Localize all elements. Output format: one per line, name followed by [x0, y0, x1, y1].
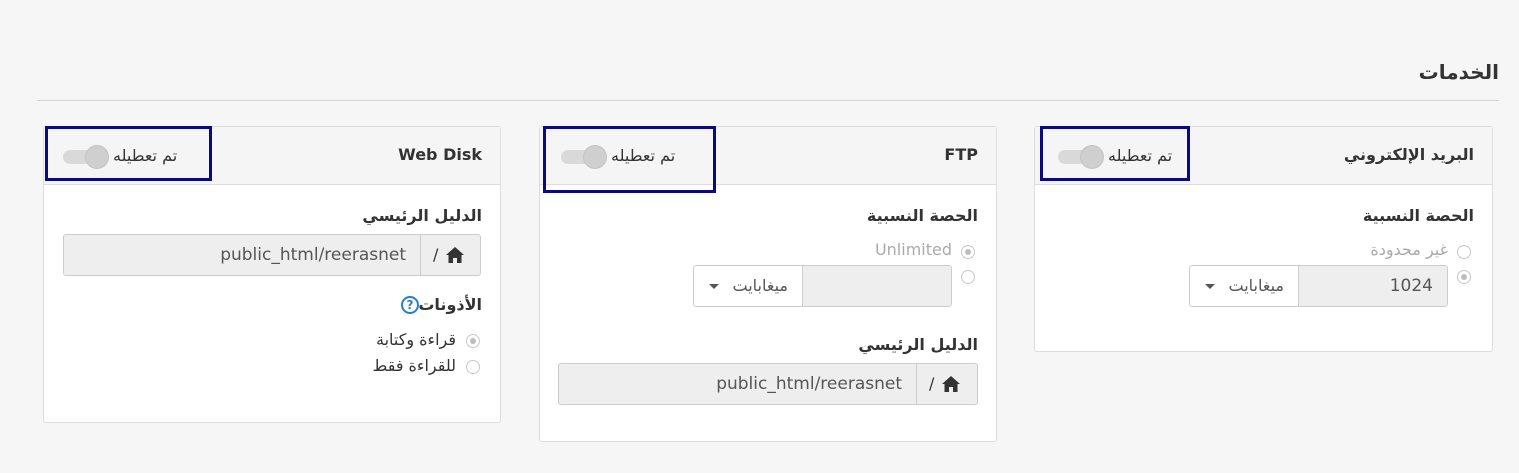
toggle-knob[interactable] — [583, 145, 607, 169]
path-prefix: / — [433, 245, 439, 264]
ftp-unit-label: ميغابايت — [732, 276, 788, 295]
help-icon[interactable]: ? — [401, 296, 419, 314]
radio-ftp-unlimited[interactable] — [961, 245, 975, 259]
email-toggle-label: تم تعطيله — [1108, 146, 1173, 165]
caret-down-icon — [1205, 284, 1215, 289]
webdisk-home-label: الدليل الرئيسي — [362, 206, 482, 225]
email-toggle-highlight: تم تعطيله — [1040, 126, 1190, 181]
email-title: البريد الإلكتروني — [1343, 145, 1474, 164]
ftp-unlimited-label: Unlimited — [874, 240, 952, 259]
webdisk-panel-header: Web Disk تم تعطيله — [44, 126, 500, 185]
email-quota-input[interactable]: 1024 — [1298, 265, 1448, 307]
ftp-unit-dropdown[interactable]: ميغابايت — [693, 265, 803, 307]
ftp-toggle-highlight: تم تعطيله — [543, 126, 716, 193]
ftp-panel: FTP تم تعطيله الحصة النسبية Unlimited مي… — [539, 126, 997, 442]
ftp-home-value: public_html/reerasnet — [716, 374, 902, 394]
ftp-quota-label: الحصة النسبية — [866, 206, 978, 225]
webdisk-title: Web Disk — [398, 145, 482, 164]
toggle-knob[interactable] — [85, 145, 109, 169]
home-icon — [942, 376, 960, 392]
radio-read-write[interactable] — [466, 334, 480, 348]
email-unlimited-label: غير محدودة — [1370, 240, 1448, 259]
ftp-toggle-label: تم تعطيله — [611, 146, 676, 165]
email-unit-label: ميغابايت — [1228, 276, 1284, 295]
home-icon — [446, 247, 464, 263]
section-divider — [37, 100, 1499, 101]
ftp-home-input[interactable]: public_html/reerasnet — [558, 363, 917, 405]
email-panel-header: البريد الإلكتروني تم تعطيله — [1035, 126, 1492, 185]
radio-ftp-custom[interactable] — [961, 270, 975, 284]
email-unit-dropdown[interactable]: ميغابايت — [1189, 265, 1299, 307]
webdisk-home-addon: / — [420, 234, 481, 276]
perm-read-only-label: للقراءة فقط — [372, 356, 456, 375]
ftp-panel-header: FTP تم تعطيله — [540, 126, 996, 193]
ftp-home-label: الدليل الرئيسي — [858, 335, 978, 354]
ftp-home-addon: / — [916, 363, 978, 405]
webdisk-permissions-label: الأذونات — [418, 295, 482, 314]
webdisk-home-value: public_html/reerasnet — [220, 245, 406, 265]
ftp-title: FTP — [944, 145, 978, 164]
ftp-quota-input[interactable] — [802, 265, 952, 307]
webdisk-home-input[interactable]: public_html/reerasnet — [63, 234, 421, 276]
radio-read-only[interactable] — [466, 360, 480, 374]
perm-read-write-label: قراءة وكتابة — [376, 330, 456, 349]
email-quota-value: 1024 — [1389, 276, 1433, 296]
email-quota-label: الحصة النسبية — [1362, 206, 1474, 225]
radio-email-custom[interactable] — [1457, 270, 1471, 284]
webdisk-panel: Web Disk تم تعطيله الدليل الرئيسي / publ… — [43, 126, 501, 423]
webdisk-toggle-highlight: تم تعطيله — [45, 126, 212, 181]
radio-email-unlimited[interactable] — [1457, 245, 1471, 259]
toggle-knob[interactable] — [1080, 145, 1104, 169]
email-panel: البريد الإلكتروني تم تعطيله الحصة النسبي… — [1034, 126, 1493, 352]
path-prefix: / — [929, 374, 935, 393]
webdisk-toggle-label: تم تعطيله — [113, 146, 178, 165]
services-title: الخدمات — [1418, 60, 1499, 84]
caret-down-icon — [709, 284, 719, 289]
